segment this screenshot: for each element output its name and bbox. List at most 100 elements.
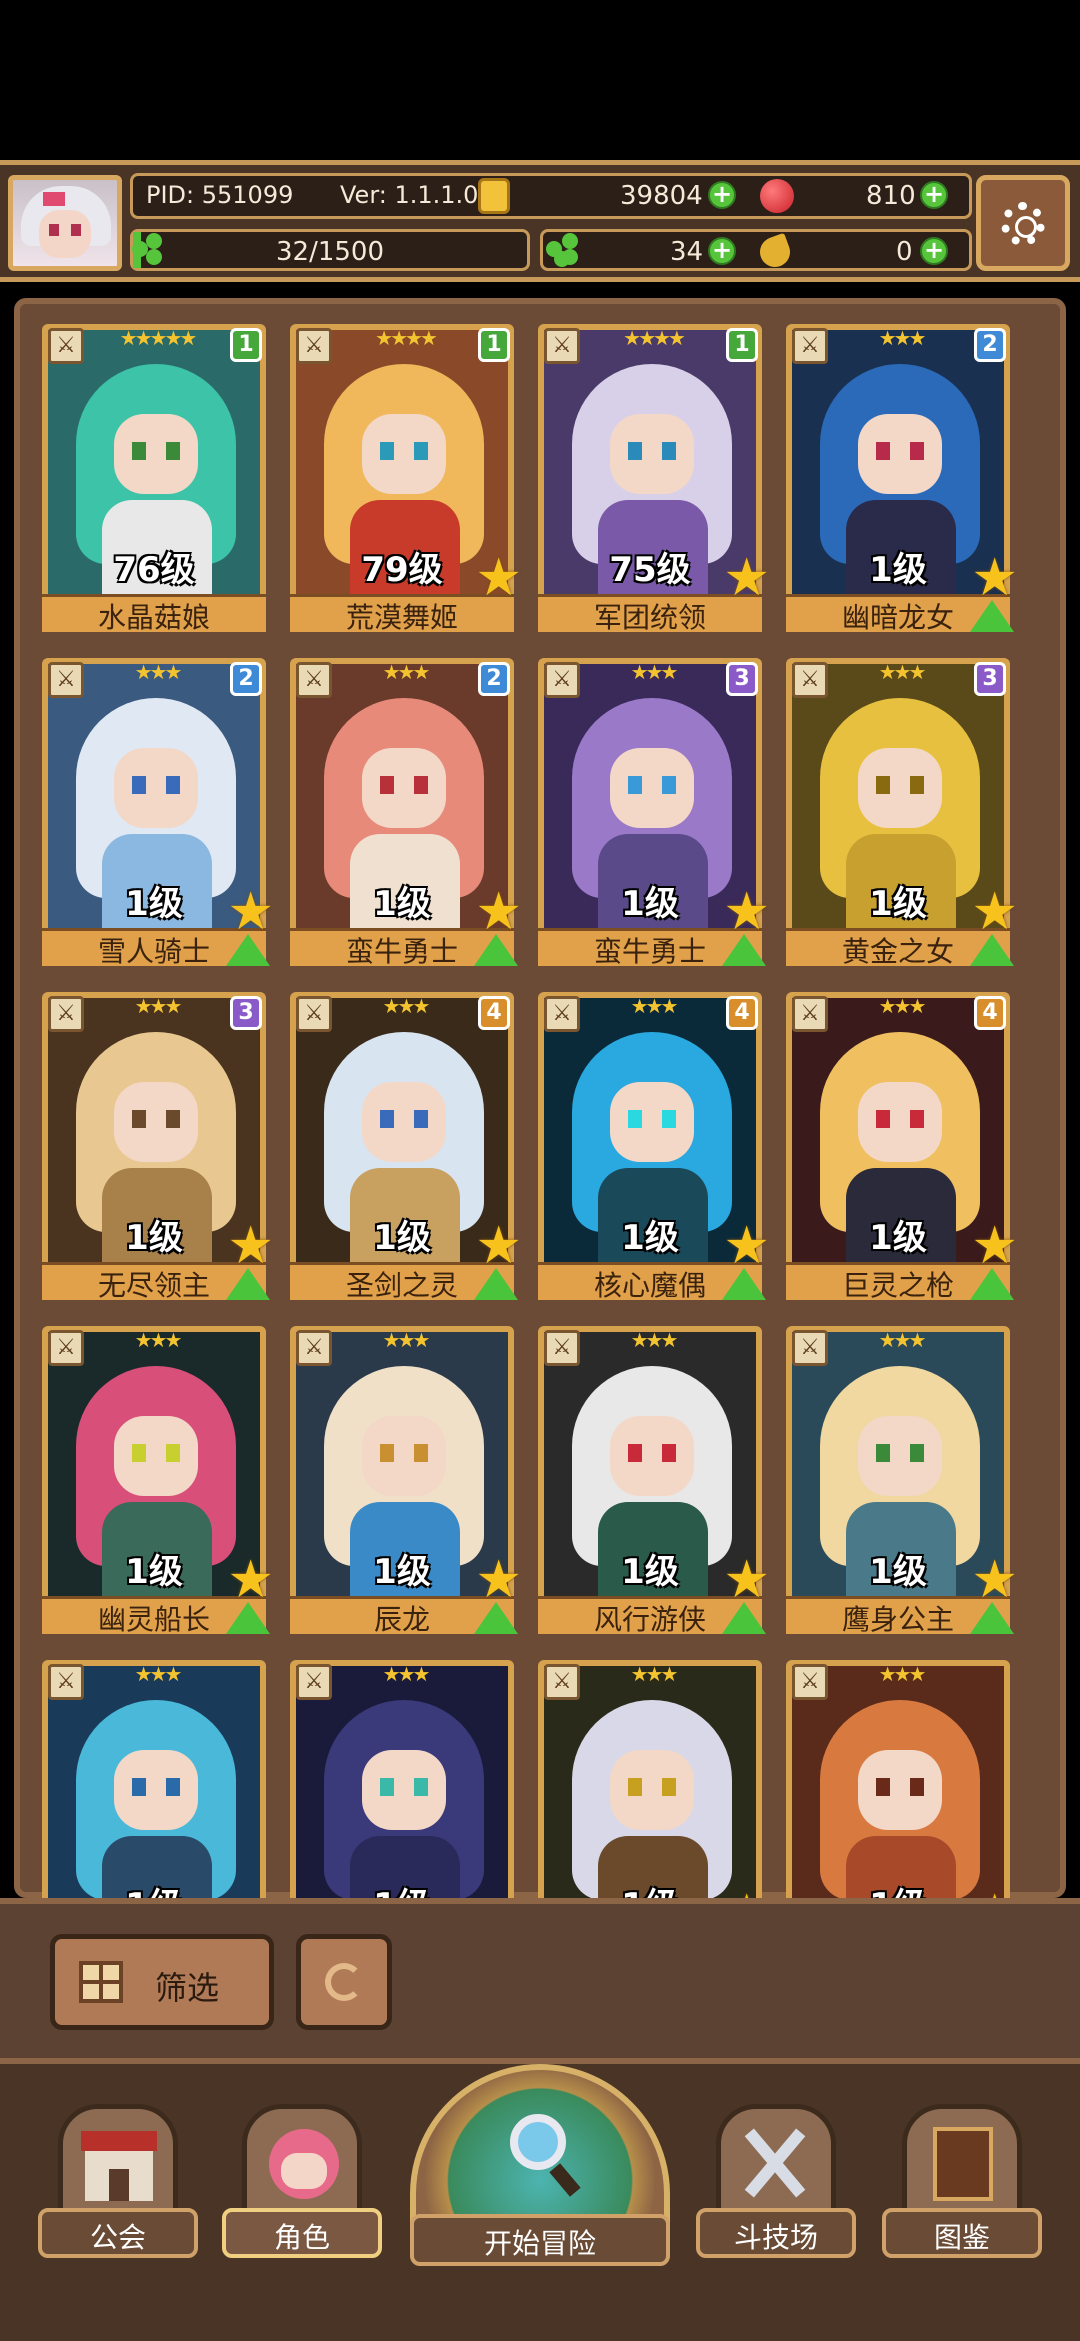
star-upgrade-icon: ★ bbox=[971, 1216, 1018, 1276]
nav-character[interactable]: 角色 bbox=[222, 2104, 382, 2264]
weapon-type-icon: ⚔ bbox=[792, 328, 828, 364]
rarity-stars: ★★★ bbox=[382, 1662, 431, 1686]
rank-badge: 1 bbox=[230, 328, 262, 362]
weapon-type-icon: ⚔ bbox=[48, 996, 84, 1032]
hero-card[interactable]: ⚔ ★★★ 1级 辰龙 ★ bbox=[290, 1326, 522, 1634]
star-upgrade-icon: ★ bbox=[227, 1216, 274, 1276]
nav-arena-label: 斗技场 bbox=[733, 2221, 818, 2254]
hero-card[interactable]: ⚔ ★★★ 4 1级 巨灵之枪 ★ bbox=[786, 992, 1018, 1300]
upgrade-arrow-icon bbox=[474, 1268, 518, 1300]
upgrade-arrow-icon bbox=[226, 934, 270, 966]
star-upgrade-icon: ★ bbox=[227, 882, 274, 942]
hero-card[interactable]: ⚔ ★★★ 2 1级 幽暗龙女 ★ bbox=[786, 324, 1018, 632]
star-upgrade-icon: ★ bbox=[971, 1550, 1018, 1610]
hero-card[interactable]: ⚔ ★★★★ 1 75级 军团统领 ★ bbox=[538, 324, 770, 632]
weapon-type-icon: ⚔ bbox=[792, 662, 828, 698]
upgrade-arrow-icon bbox=[722, 1268, 766, 1300]
rarity-stars: ★★★ bbox=[382, 994, 431, 1018]
weapon-type-icon: ⚔ bbox=[296, 1664, 332, 1700]
hero-card[interactable]: ⚔ ★★★ 1级 幽灵船长 ★ bbox=[42, 1326, 274, 1634]
hero-card[interactable]: ⚔ ★★★ 3 1级 黄金之女 ★ bbox=[786, 658, 1018, 966]
hero-name: 水晶菇娘 bbox=[97, 601, 210, 632]
nav-arena[interactable]: 斗技场 bbox=[696, 2104, 856, 2264]
start-adventure-label: 开始冒险 bbox=[483, 2227, 596, 2260]
hero-card[interactable]: ⚔ ★★★ 3 1级 蛮牛勇士 ★ bbox=[538, 658, 770, 966]
rarity-stars: ★★★ bbox=[878, 1662, 927, 1686]
weapon-type-icon: ⚔ bbox=[544, 328, 580, 364]
nav-guild[interactable]: 公会 bbox=[38, 2104, 198, 2264]
rank-badge: 3 bbox=[726, 662, 758, 696]
top-bar: PID: 551099 Ver: 1.1.1.0 39804 + 810 + 3… bbox=[0, 160, 1080, 282]
weapon-type-icon: ⚔ bbox=[296, 1330, 332, 1366]
rank-badge: 4 bbox=[478, 996, 510, 1030]
weapon-type-icon: ⚔ bbox=[48, 1664, 84, 1700]
star-upgrade-icon: ★ bbox=[971, 882, 1018, 942]
rarity-stars: ★★★ bbox=[630, 994, 679, 1018]
hero-card[interactable]: ⚔ ★★★★ 1 79级 荒漠舞姬 ★ bbox=[290, 324, 522, 632]
add-key-button[interactable]: + bbox=[920, 237, 948, 265]
weapon-type-icon: ⚔ bbox=[48, 662, 84, 698]
rarity-stars: ★★★ bbox=[630, 660, 679, 684]
rarity-stars: ★★★ bbox=[382, 1328, 431, 1352]
upgrade-arrow-icon bbox=[226, 1602, 270, 1634]
upgrade-arrow-icon bbox=[970, 600, 1014, 632]
hero-card[interactable]: ⚔ ★★★ 3 1级 无尽领主 ★ bbox=[42, 992, 274, 1300]
add-clover-button[interactable]: + bbox=[708, 237, 736, 265]
refresh-icon bbox=[325, 1963, 363, 2001]
star-upgrade-icon: ★ bbox=[723, 548, 770, 608]
grid-icon bbox=[79, 1961, 123, 2003]
star-upgrade-icon: ★ bbox=[227, 1550, 274, 1610]
rarity-stars: ★★★★★ bbox=[119, 326, 198, 350]
hero-card[interactable]: ⚔ ★★★ 2 1级 蛮牛勇士 ★ bbox=[290, 658, 522, 966]
rarity-stars: ★★★ bbox=[134, 994, 183, 1018]
star-upgrade-icon: ★ bbox=[723, 882, 770, 942]
hero-card[interactable]: ⚔ ★★★★★ 1 76级 水晶菇娘 bbox=[42, 324, 274, 632]
filter-label: 筛选 bbox=[155, 1969, 220, 2007]
gem-amount: 810 bbox=[866, 181, 916, 211]
rank-badge: 2 bbox=[478, 662, 510, 696]
hero-card[interactable]: ⚔ ★★★ 1级 风行游侠 ★ bbox=[538, 1326, 770, 1634]
character-icon bbox=[242, 2104, 362, 2214]
player-avatar[interactable] bbox=[8, 175, 122, 271]
rank-badge: 3 bbox=[230, 996, 262, 1030]
guild-building-icon bbox=[58, 2104, 178, 2214]
weapon-type-icon: ⚔ bbox=[544, 1330, 580, 1366]
add-gem-button[interactable]: + bbox=[920, 181, 948, 209]
add-gold-button[interactable]: + bbox=[708, 181, 736, 209]
upgrade-arrow-icon bbox=[722, 934, 766, 966]
filter-button[interactable]: 筛选 bbox=[50, 1934, 274, 2030]
weapon-type-icon: ⚔ bbox=[48, 1330, 84, 1366]
settings-button[interactable] bbox=[976, 175, 1070, 271]
exp-progress-text: 32/1500 bbox=[276, 237, 385, 267]
upgrade-arrow-icon bbox=[970, 934, 1014, 966]
rank-badge: 1 bbox=[726, 328, 758, 362]
hero-card[interactable]: ⚔ ★★★ 1级 鹰身公主 ★ bbox=[786, 1326, 1018, 1634]
nav-codex[interactable]: 图鉴 bbox=[882, 2104, 1042, 2264]
rarity-stars: ★★★ bbox=[134, 660, 183, 684]
star-upgrade-icon: ★ bbox=[475, 1216, 522, 1276]
upgrade-arrow-icon bbox=[970, 1268, 1014, 1300]
weapon-type-icon: ⚔ bbox=[48, 328, 84, 364]
hero-card[interactable]: ⚔ ★★★ 4 1级 核心魔偶 ★ bbox=[538, 992, 770, 1300]
upgrade-arrow-icon bbox=[226, 1268, 270, 1300]
weapon-type-icon: ⚔ bbox=[544, 996, 580, 1032]
nav-character-label: 角色 bbox=[273, 2221, 330, 2254]
filter-bar: 筛选 bbox=[0, 1898, 1080, 2058]
star-upgrade-icon: ★ bbox=[475, 882, 522, 942]
nav-codex-label: 图鉴 bbox=[933, 2221, 990, 2254]
hero-card[interactable]: ⚔ ★★★ 2 1级 雪人骑士 ★ bbox=[42, 658, 274, 966]
weapon-type-icon: ⚔ bbox=[792, 996, 828, 1032]
star-upgrade-icon: ★ bbox=[475, 548, 522, 608]
rarity-stars: ★★★★ bbox=[623, 326, 686, 350]
hero-card[interactable]: ⚔ ★★★ 4 1级 圣剑之灵 ★ bbox=[290, 992, 522, 1300]
rarity-stars: ★★★ bbox=[630, 1662, 679, 1686]
weapon-type-icon: ⚔ bbox=[296, 662, 332, 698]
version-text: Ver: 1.1.1.0 bbox=[340, 181, 479, 209]
refresh-button[interactable] bbox=[296, 1934, 392, 2030]
start-adventure-button[interactable]: 开始冒险 bbox=[410, 2064, 670, 2278]
rarity-stars: ★★★ bbox=[878, 1328, 927, 1352]
weapon-type-icon: ⚔ bbox=[792, 1330, 828, 1366]
upgrade-arrow-icon bbox=[970, 1602, 1014, 1634]
upgrade-arrow-icon bbox=[474, 934, 518, 966]
leaf-icon bbox=[132, 233, 166, 267]
